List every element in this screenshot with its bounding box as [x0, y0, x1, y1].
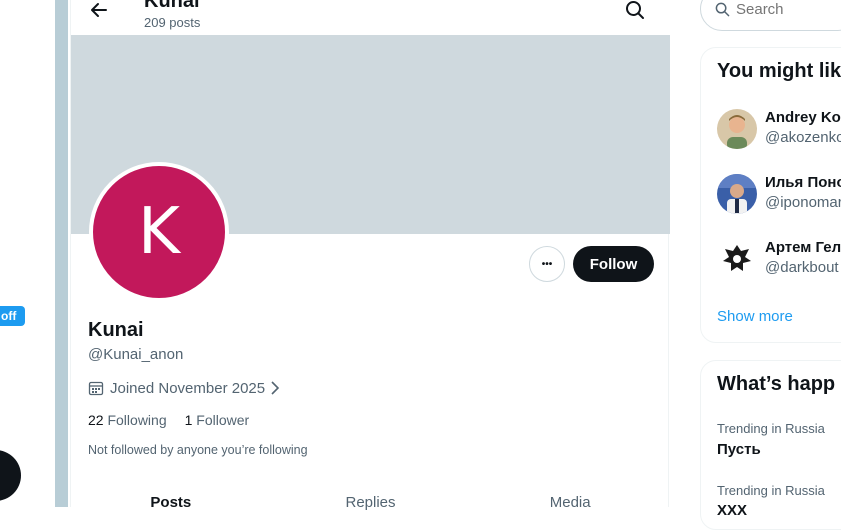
- search-icon: [626, 1, 644, 19]
- avatar: [717, 239, 757, 279]
- avatar[interactable]: K: [89, 162, 229, 302]
- compose-fab-button[interactable]: [0, 450, 21, 501]
- avatar: [717, 109, 757, 149]
- trend-context: Trending in Russia: [717, 483, 825, 498]
- following-link[interactable]: 22 Following: [88, 412, 167, 428]
- user-handle: @Kunai_anon: [88, 346, 184, 363]
- suggestion-name: Илья Поно: [765, 174, 841, 191]
- follow-button[interactable]: Follow: [573, 246, 654, 282]
- back-button[interactable]: [85, 0, 113, 24]
- left-nav-strip: [55, 0, 68, 507]
- suggestion-name: Артем Гелл: [765, 239, 841, 256]
- suggestion-item[interactable]: Andrey Koz @akozenko: [717, 109, 841, 153]
- status-badge: off: [0, 306, 25, 326]
- avatar-letter: K: [138, 195, 180, 269]
- profile-header: Kunai 209 posts: [71, 0, 670, 35]
- profile-column: Kunai 209 posts K ••• Follow Kunai @Kuna…: [70, 0, 670, 511]
- search-icon: [715, 2, 730, 16]
- tab-media[interactable]: Media: [470, 494, 670, 524]
- joined-date[interactable]: Joined November 2025: [88, 378, 280, 398]
- suggestion-item[interactable]: Илья Поно @iponomar: [717, 174, 841, 218]
- follow-stats: 22 Following 1 Follower: [88, 412, 249, 428]
- tab-posts[interactable]: Posts: [71, 494, 271, 524]
- show-more-link[interactable]: Show more: [717, 308, 793, 325]
- suggestion-handle: @iponomar: [765, 194, 841, 211]
- posts-count: 209 posts: [144, 15, 201, 30]
- followers-link[interactable]: 1 Follower: [185, 412, 250, 428]
- trending-card: What’s happ Trending in Russia Пусть Tre…: [700, 360, 841, 530]
- search-button[interactable]: [621, 0, 649, 24]
- profile-tabs: Posts Replies Media: [71, 494, 670, 524]
- trend-item[interactable]: Пусть: [717, 441, 761, 458]
- suggestion-name: Andrey Koz: [765, 109, 841, 126]
- page-title: Kunai: [144, 0, 200, 12]
- not-followed-note: Not followed by anyone you’re following: [88, 443, 308, 457]
- tab-replies[interactable]: Replies: [271, 494, 471, 524]
- trending-title: What’s happ: [717, 373, 836, 395]
- trend-context: Trending in Russia: [717, 421, 825, 436]
- arrow-left-icon: [91, 3, 107, 17]
- display-name: Kunai: [88, 319, 144, 341]
- more-options-button[interactable]: •••: [529, 246, 565, 282]
- search-bar[interactable]: [700, 0, 841, 31]
- more-dots-icon: •••: [541, 258, 553, 270]
- who-to-follow-card: You might like Andrey Koz @akozenko Илья…: [700, 47, 841, 343]
- chevron-right-icon: [271, 381, 280, 395]
- trend-item[interactable]: ХХХ: [717, 502, 747, 519]
- calendar-icon: [88, 381, 104, 396]
- suggestion-handle: @darkbout: [765, 259, 839, 276]
- avatar: [717, 174, 757, 214]
- suggestion-item[interactable]: Артем Гелл @darkbout: [717, 239, 841, 283]
- joined-label: Joined November 2025: [110, 379, 266, 397]
- search-input[interactable]: [736, 0, 841, 18]
- suggestion-handle: @akozenko: [765, 129, 841, 146]
- who-to-follow-title: You might like: [717, 60, 841, 82]
